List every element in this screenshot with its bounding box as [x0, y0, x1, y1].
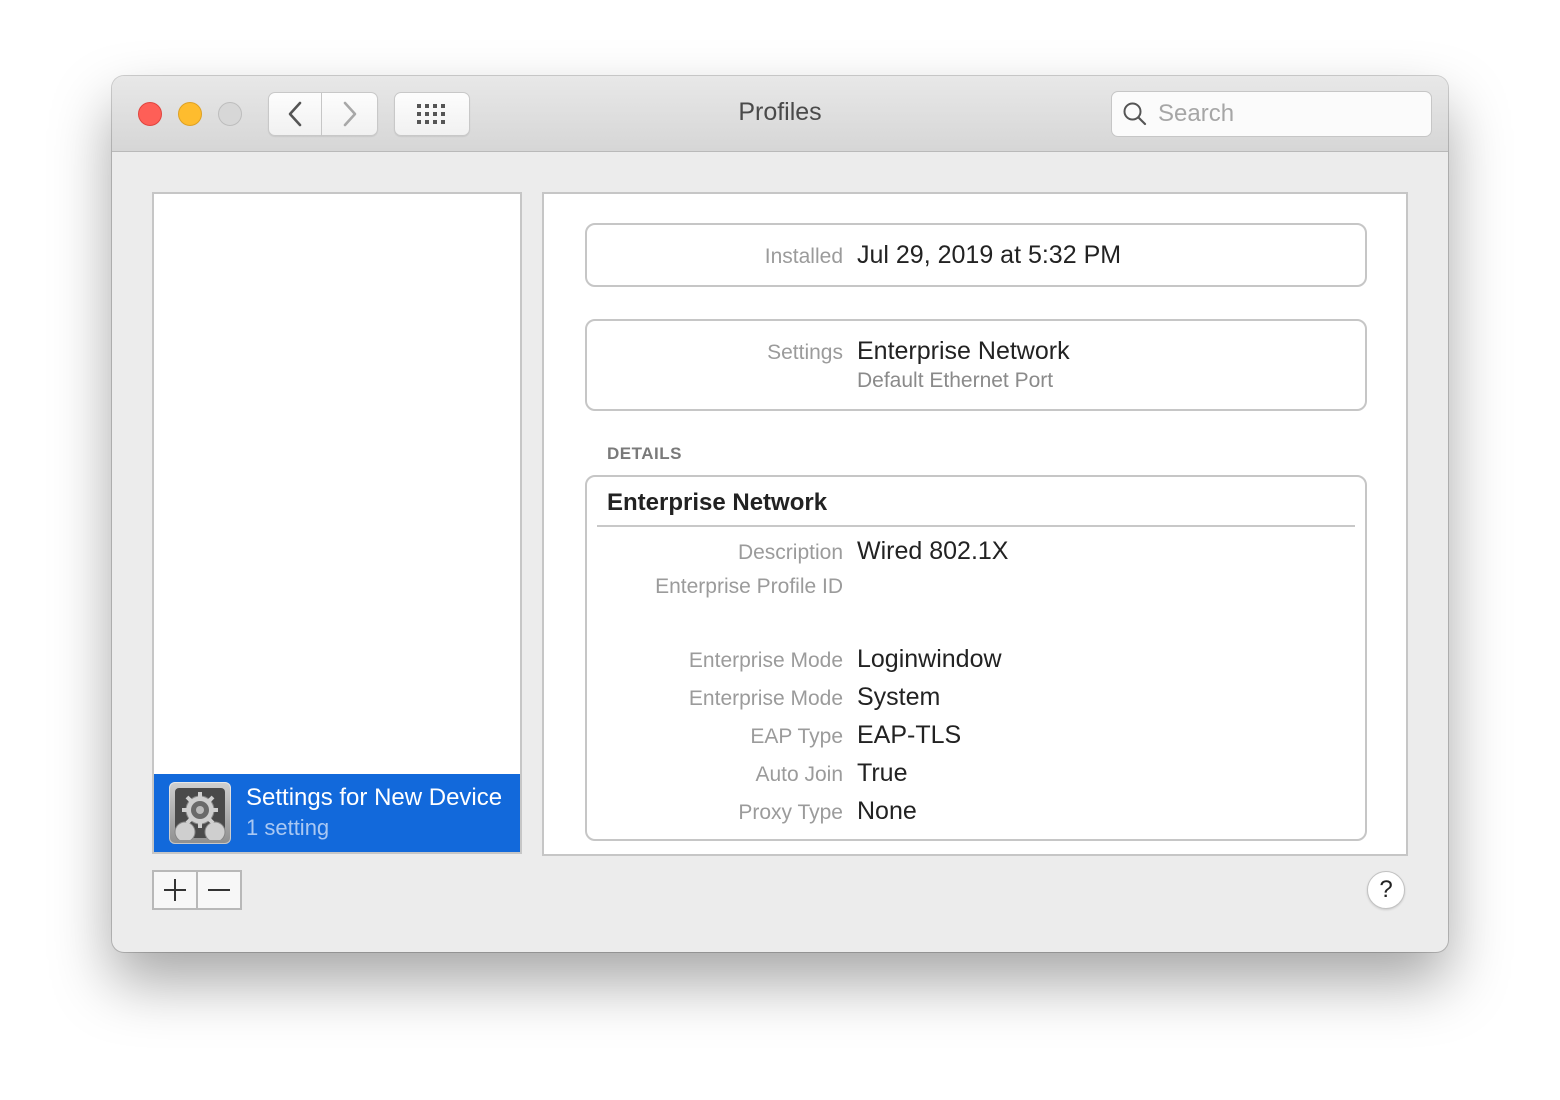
detail-row-label: Enterprise Mode: [688, 687, 843, 710]
settings-subvalue: Default Ethernet Port: [857, 369, 1054, 392]
chevron-right-icon: [343, 101, 356, 127]
grid-icon: [417, 104, 445, 124]
installed-value: Jul 29, 2019 at 5:32 PM: [857, 241, 1122, 269]
close-button[interactable]: [138, 102, 162, 126]
detail-row: Enterprise Profile ID: [587, 575, 1365, 599]
detail-row-label: Proxy Type: [738, 801, 843, 824]
settings-card: Settings Enterprise Network Default Ethe…: [585, 319, 1367, 411]
detail-row-label: Description: [737, 541, 843, 564]
details-card-title: Enterprise Network: [607, 489, 828, 516]
profile-list-item[interactable]: Settings for New Device 1 setting: [154, 774, 520, 852]
detail-row: Proxy Type None: [587, 797, 1365, 826]
help-button[interactable]: ?: [1367, 871, 1405, 909]
detail-row: Description Wired 802.1X: [587, 537, 1365, 566]
search-icon: [1123, 102, 1147, 126]
detail-row-value: System: [857, 683, 941, 711]
detail-row-label: Enterprise Profile ID: [655, 575, 843, 598]
remove-profile-button[interactable]: [198, 872, 240, 908]
gear-icon: [169, 782, 231, 844]
detail-row: Auto Join True: [587, 759, 1365, 788]
back-button[interactable]: [268, 92, 322, 136]
detail-row-value: None: [857, 797, 917, 825]
detail-row-label: Auto Join: [755, 763, 843, 786]
plus-icon: [164, 879, 186, 901]
details-section-label: DETAILS: [607, 444, 682, 463]
zoom-button[interactable]: [218, 102, 242, 126]
profile-subtitle: 1 setting: [246, 815, 330, 840]
detail-row-value: True: [857, 759, 908, 787]
detail-row-label: Enterprise Mode: [688, 649, 843, 672]
detail-row-value: Wired 802.1X: [857, 537, 1009, 565]
add-profile-button[interactable]: [154, 872, 198, 908]
detail-row: EAP Type EAP-TLS: [587, 721, 1365, 750]
settings-label: Settings: [767, 341, 843, 364]
detail-row-value: Loginwindow: [857, 645, 1002, 673]
installed-label: Installed: [764, 245, 843, 268]
search-field[interactable]: [1111, 91, 1432, 137]
minus-icon: [208, 889, 230, 891]
detail-row-label: EAP Type: [750, 725, 843, 748]
divider: [597, 525, 1355, 527]
title-bar: Profiles: [112, 76, 1448, 152]
profile-name: Settings for New Device: [246, 784, 503, 811]
minimize-button[interactable]: [178, 102, 202, 126]
chevron-left-icon: [288, 101, 302, 127]
profile-detail-pane: Installed Jul 29, 2019 at 5:32 PM Settin…: [542, 192, 1408, 856]
installed-card: Installed Jul 29, 2019 at 5:32 PM: [585, 223, 1367, 287]
detail-row: Enterprise Mode System: [587, 683, 1365, 712]
profiles-window: Profiles Search Settings for New Device …: [112, 76, 1448, 952]
profiles-list[interactable]: Settings for New Device 1 setting: [152, 192, 522, 854]
show-all-button[interactable]: [394, 92, 470, 136]
detail-row-value: EAP-TLS: [857, 721, 962, 749]
detail-row: Enterprise Mode Loginwindow: [587, 645, 1365, 674]
settings-value: Enterprise Network: [857, 337, 1070, 365]
forward-button[interactable]: [322, 92, 378, 136]
search-input[interactable]: [1156, 99, 1410, 129]
details-card: Enterprise Network Description Wired 802…: [585, 475, 1367, 841]
add-remove-control: [152, 870, 242, 910]
